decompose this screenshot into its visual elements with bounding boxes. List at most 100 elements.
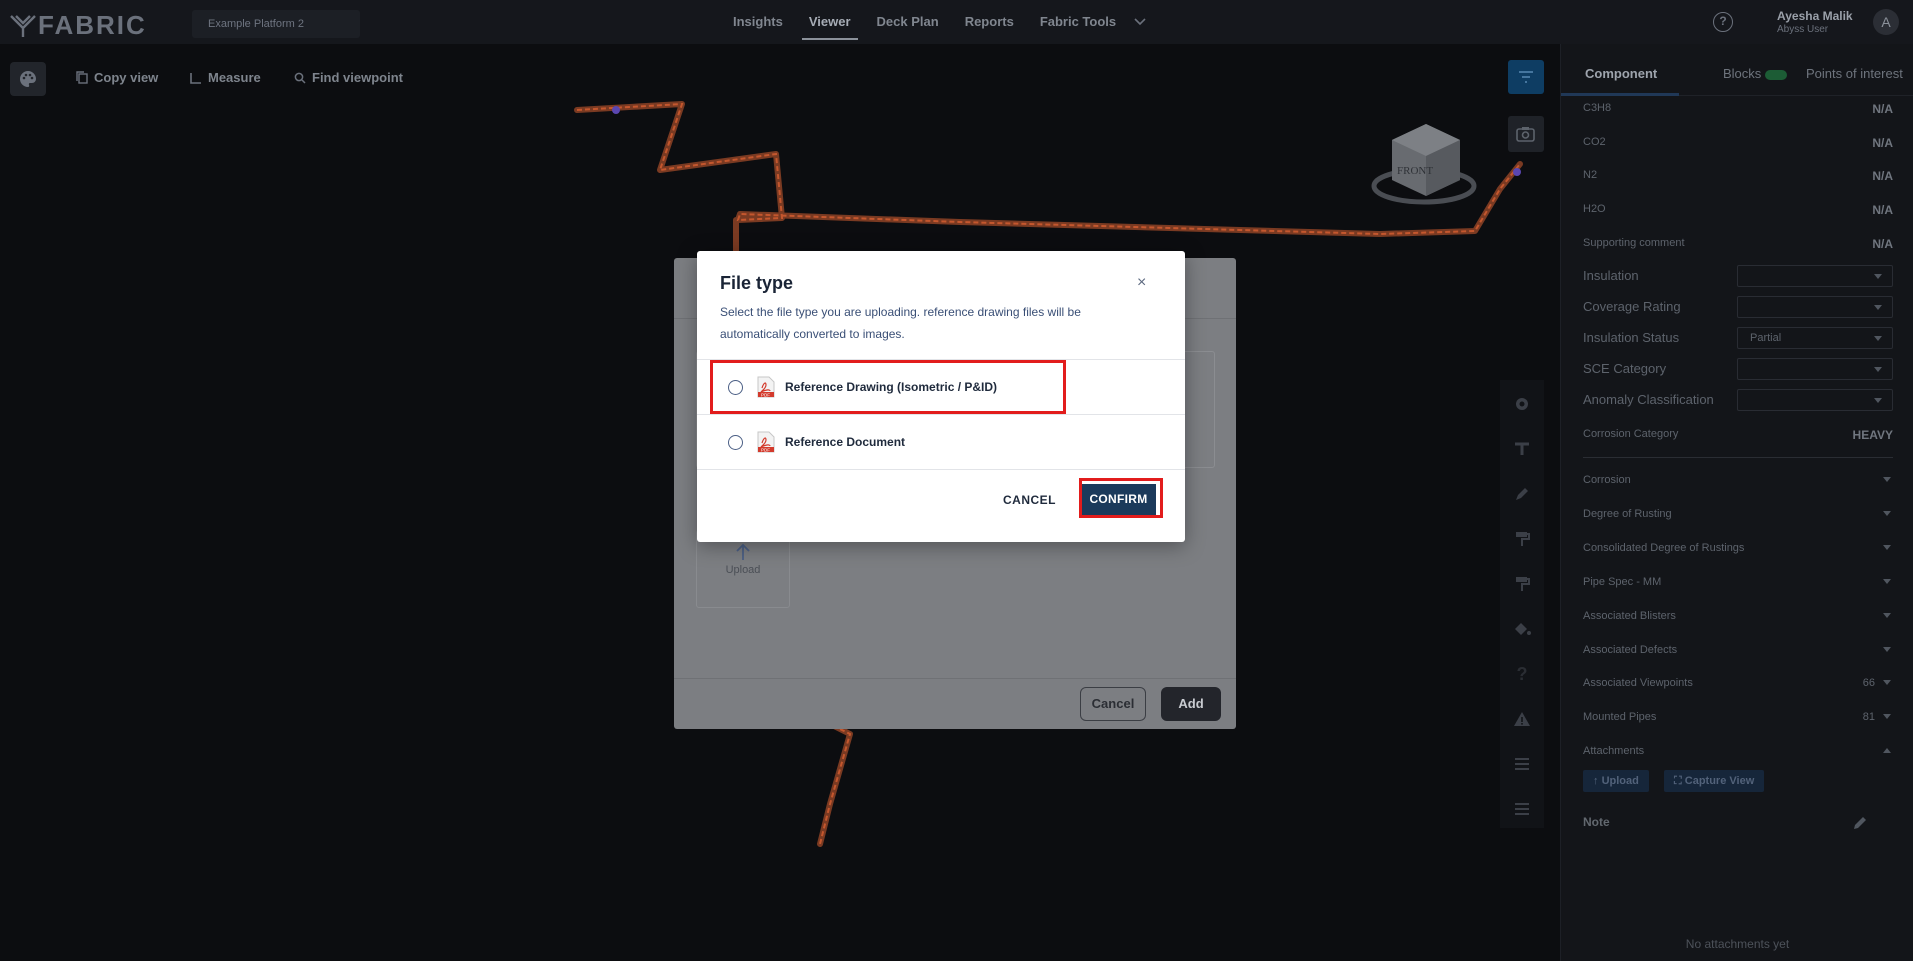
chevron-down-icon [1883, 579, 1891, 584]
nav-insights[interactable]: Insights [720, 0, 796, 44]
tab-component[interactable]: Component [1585, 66, 1657, 81]
section-corrosion[interactable]: Corrosion [1583, 474, 1893, 486]
option-reference-document[interactable]: PDF Reference Document [697, 415, 1185, 469]
nav-deck-plan[interactable]: Deck Plan [864, 0, 952, 44]
section-associated-viewpoints[interactable]: Associated Viewpoints 66 [1583, 677, 1893, 689]
radio-reference-document[interactable] [728, 434, 743, 450]
tab-indicator [1561, 93, 1679, 96]
insulation-status-select[interactable]: Partial [1737, 327, 1893, 349]
layers-icon[interactable] [1510, 752, 1534, 776]
highlight-annotation [710, 360, 1066, 414]
coverage-rating-select[interactable] [1737, 296, 1893, 318]
edit-note-icon[interactable] [1852, 815, 1868, 831]
insulation-select[interactable] [1737, 265, 1893, 287]
section-associated-defects[interactable]: Associated Defects [1583, 644, 1893, 656]
new-badge [1765, 69, 1788, 80]
chevron-down-icon[interactable] [1129, 0, 1151, 44]
anomaly-classification-select[interactable] [1737, 389, 1893, 411]
panel-tabs: Component Blocks Points of interest [1561, 44, 1913, 96]
sce-category-row: SCE Category [1583, 358, 1893, 380]
coverage-rating-row: Coverage Rating [1583, 296, 1893, 318]
nav-reports[interactable]: Reports [952, 0, 1027, 44]
anomaly-classification-row: Anomaly Classification [1583, 389, 1893, 411]
paint-bucket-icon[interactable] [1510, 617, 1534, 641]
divider [1583, 457, 1893, 458]
settings-icon[interactable] [1510, 392, 1534, 416]
modal-cancel-button[interactable]: Cancel [1080, 687, 1146, 721]
prop-label: C3H8 [1583, 102, 1612, 114]
prop-label: Corrosion Category [1583, 428, 1679, 440]
divider [674, 678, 1236, 679]
paint-roller-icon[interactable] [1510, 572, 1534, 596]
find-viewpoint-button[interactable]: Find viewpoint [294, 70, 403, 85]
section-count: 66 [1862, 677, 1875, 689]
fabric-logo-icon [10, 14, 36, 37]
tab-points-of-interest[interactable]: Points of interest [1806, 66, 1913, 81]
section-associated-blisters[interactable]: Associated Blisters [1583, 610, 1893, 622]
insulation-status-row: Insulation Status Partial [1583, 327, 1893, 349]
prop-value: N/A [1872, 102, 1893, 116]
chevron-down-icon [1883, 680, 1891, 685]
paint-roller-icon[interactable] [1510, 527, 1534, 551]
filter-button[interactable] [1508, 60, 1544, 94]
viewpoint-marker[interactable] [1513, 168, 1521, 176]
user-info[interactable]: Ayesha Malik Abyss User [1777, 9, 1853, 35]
camera-icon [1516, 127, 1535, 142]
measure-button[interactable]: Measure [190, 70, 261, 85]
layers-icon[interactable] [1510, 797, 1534, 821]
chevron-down-icon [1883, 477, 1891, 482]
viewpoint-marker[interactable] [612, 106, 620, 114]
upload-label: Upload [1601, 775, 1639, 787]
prop-value: N/A [1872, 203, 1893, 217]
search-icon [294, 72, 306, 84]
platform-selector[interactable]: Example Platform 2 [192, 10, 360, 38]
prop-row: C3H8 N/A [1583, 102, 1893, 116]
fabric-logo[interactable]: FABRIC [10, 10, 147, 41]
filter-icon [1519, 71, 1533, 83]
panel-upload-button[interactable]: ↑ Upload [1583, 770, 1649, 792]
pencil-icon[interactable] [1510, 482, 1534, 506]
close-icon[interactable]: × [1137, 274, 1146, 292]
section-consolidated-degree[interactable]: Consolidated Degree of Rustings [1583, 542, 1893, 554]
copy-view-label: Copy view [94, 70, 159, 85]
warning-icon[interactable] [1510, 707, 1534, 731]
view-cube[interactable]: FRONT [1371, 124, 1477, 205]
palette-icon [20, 71, 36, 87]
chevron-down-icon [1883, 511, 1891, 516]
chevron-down-icon [1883, 714, 1891, 719]
section-attachments[interactable]: Attachments [1583, 745, 1893, 757]
prop-value: N/A [1872, 237, 1893, 251]
nav-fabric-tools[interactable]: Fabric Tools [1027, 0, 1129, 44]
copy-icon [76, 71, 88, 84]
measure-label: Measure [208, 70, 261, 85]
prop-value: N/A [1872, 169, 1893, 183]
prop-row: H2O N/A [1583, 203, 1893, 217]
section-degree-of-rusting[interactable]: Degree of Rusting [1583, 508, 1893, 520]
arrow-up-icon [736, 543, 750, 560]
section-pipe-spec[interactable]: Pipe Spec - MM [1583, 576, 1893, 588]
chevron-down-icon [1883, 613, 1891, 618]
section-label: Consolidated Degree of Rustings [1583, 542, 1745, 554]
upload-tile-label: Upload [725, 564, 761, 576]
nav-viewer[interactable]: Viewer [796, 0, 864, 44]
prop-row: CO2 N/A [1583, 136, 1893, 150]
user-role: Abyss User [1777, 24, 1829, 35]
copy-view-button[interactable]: Copy view [76, 70, 158, 85]
help-icon[interactable]: ? [1713, 12, 1733, 32]
capture-view-button[interactable]: ⛶ Capture View [1664, 770, 1765, 792]
cancel-button[interactable]: CANCEL [1003, 493, 1056, 507]
prop-row: Supporting comment N/A [1583, 237, 1893, 251]
t-beam-icon[interactable] [1510, 437, 1534, 461]
sce-category-select[interactable] [1737, 358, 1893, 380]
palette-button[interactable] [10, 62, 46, 96]
modal-add-button[interactable]: Add [1161, 687, 1221, 721]
main-nav: Insights Viewer Deck Plan Reports Fabric… [720, 0, 1151, 44]
insulation-row: Insulation [1583, 265, 1893, 287]
screenshot-button[interactable] [1508, 116, 1544, 152]
section-mounted-pipes[interactable]: Mounted Pipes 81 [1583, 711, 1893, 723]
section-label: Associated Viewpoints [1583, 677, 1693, 689]
tab-blocks[interactable]: Blocks [1723, 66, 1788, 81]
avatar[interactable]: A [1873, 9, 1899, 35]
question-icon[interactable]: ? [1510, 662, 1534, 686]
select-label: SCE Category [1583, 361, 1667, 376]
